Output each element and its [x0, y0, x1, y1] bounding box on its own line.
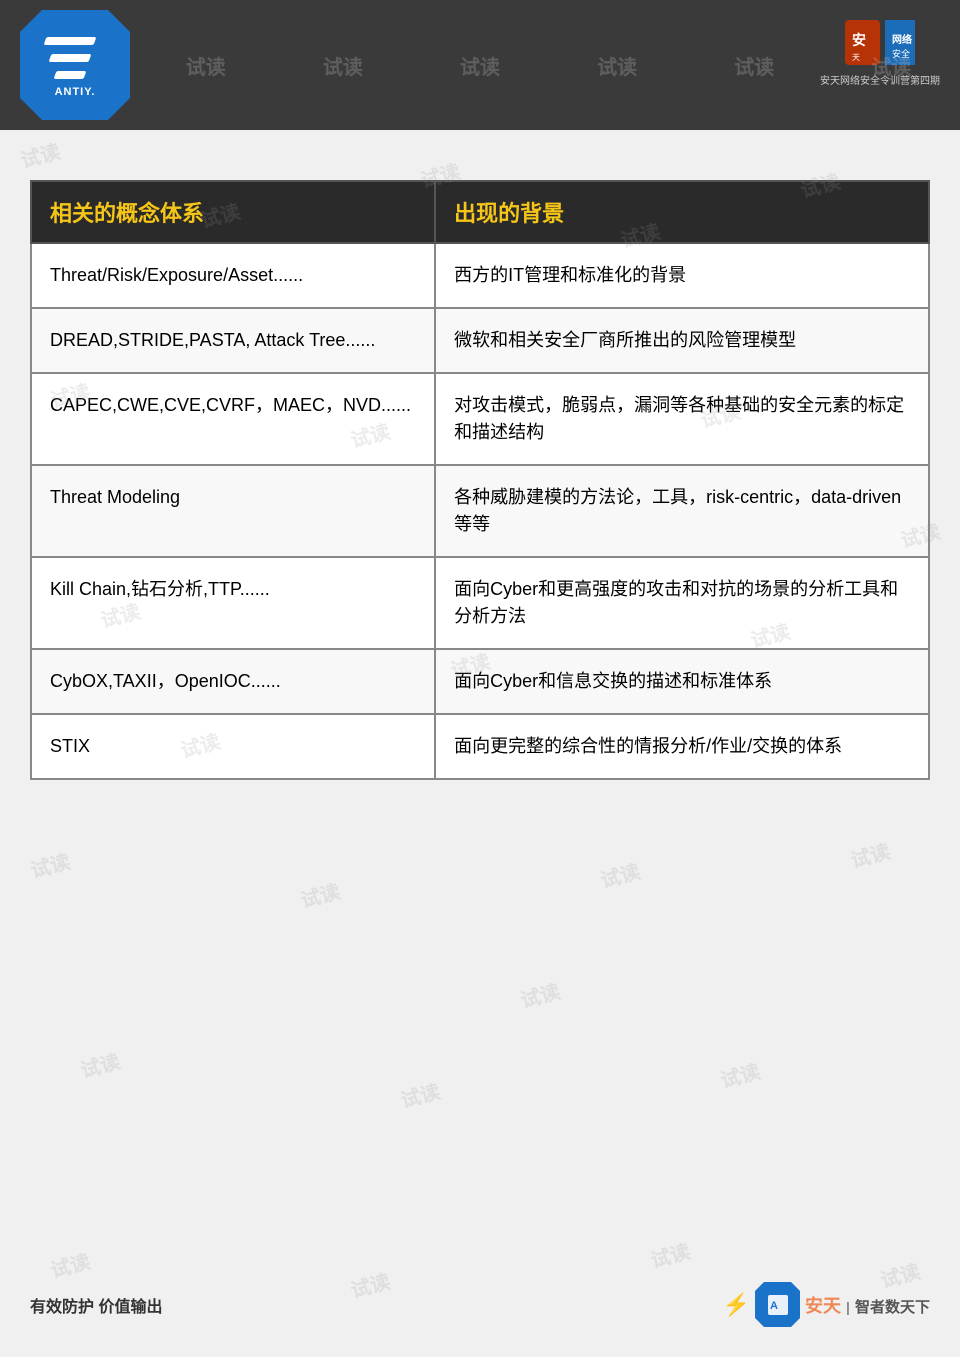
svg-text:安: 安 [852, 32, 866, 48]
wm15: 试读 [847, 835, 893, 873]
table-cell-right: 面向Cyber和更高强度的攻击和对抗的场景的分析工具和分析方法 [435, 557, 929, 649]
footer: 有效防护 价值输出 ⚡ A 安天 | 智者数天下 [0, 1282, 960, 1327]
table-cell-right: 各种威胁建模的方法论，工具，risk-centric，data-driven等等 [435, 465, 929, 557]
table-cell-left: Threat/Risk/Exposure/Asset...... [31, 243, 435, 308]
svg-text:安全: 安全 [892, 48, 910, 59]
logo-stripes [45, 32, 105, 82]
brand-icon: A [755, 1282, 800, 1327]
col1-header: 相关的概念体系 [31, 181, 435, 243]
brand-logo: ⚡ A 安天 | 智者数天下 [723, 1282, 930, 1327]
header-wm-3: 试读 [323, 51, 363, 80]
table-cell-left: CybOX,TAXII，OpenIOC...... [31, 649, 435, 714]
svg-text:天: 天 [852, 53, 860, 62]
table-row: Kill Chain,钻石分析,TTP......面向Cyber和更高强度的攻击… [31, 557, 929, 649]
table-cell-right: 西方的IT管理和标准化的背景 [435, 243, 929, 308]
brand-name: 安天 | 智者数天下 [805, 1292, 930, 1318]
svg-text:A: A [770, 1300, 778, 1312]
col2-header: 出现的背景 [435, 181, 929, 243]
wm18: 试读 [717, 1055, 763, 1093]
wm25: 试读 [517, 975, 563, 1013]
table-cell-left: DREAD,STRIDE,PASTA, Attack Tree...... [31, 308, 435, 373]
table-cell-left: Threat Modeling [31, 465, 435, 557]
wm17: 试读 [397, 1075, 443, 1113]
logo-text: ANTIY. [55, 86, 96, 98]
wm13: 试读 [297, 875, 343, 913]
table-cell-left: STIX [31, 714, 435, 779]
wm12: 试读 [27, 845, 73, 883]
header-wm-6: 试读 [734, 51, 774, 80]
footer-brand: ⚡ A 安天 | 智者数天下 [723, 1282, 930, 1327]
wm21: 试读 [647, 1235, 693, 1273]
table-cell-right: 面向Cyber和信息交换的描述和标准体系 [435, 649, 929, 714]
header: ANTIY. 试读 试读 试读 试读 试读 试读 试读 安 天 网络 安全 安天… [0, 0, 960, 130]
table-cell-right: 对攻击模式，脆弱点，漏洞等各种基础的安全元素的标定和描述结构 [435, 373, 929, 465]
table-row: DREAD,STRIDE,PASTA, Attack Tree......微软和… [31, 308, 929, 373]
table-row: CybOX,TAXII，OpenIOC......面向Cyber和信息交换的描述… [31, 649, 929, 714]
wm14: 试读 [597, 855, 643, 893]
main-table: 相关的概念体系 出现的背景 Threat/Risk/Exposure/Asset… [30, 180, 930, 780]
header-wm-5: 试读 [597, 51, 637, 80]
wm19: 试读 [47, 1245, 93, 1283]
table-cell-right: 微软和相关安全厂商所推出的风险管理模型 [435, 308, 929, 373]
footer-tagline: 有效防护 价值输出 [30, 1293, 162, 1317]
header-right-logo-svg: 安 天 网络 安全 [840, 15, 920, 70]
table-row: Threat/Risk/Exposure/Asset......西方的IT管理和… [31, 243, 929, 308]
table-row: CAPEC,CWE,CVE,CVRF，MAEC，NVD......对攻击模式，脆… [31, 373, 929, 465]
table-cell-left: CAPEC,CWE,CVE,CVRF，MAEC，NVD...... [31, 373, 435, 465]
header-wm-4: 试读 [460, 51, 500, 80]
wm16: 试读 [77, 1045, 123, 1083]
logo: ANTIY. [20, 10, 130, 120]
header-watermarks: 试读 试读 试读 试读 试读 试读 试读 [0, 0, 960, 130]
main-content: 相关的概念体系 出现的背景 Threat/Risk/Exposure/Asset… [0, 130, 960, 810]
antiy-mini-logo: A [764, 1291, 792, 1319]
table-cell-left: Kill Chain,钻石分析,TTP...... [31, 557, 435, 649]
header-wm-2: 试读 [186, 51, 226, 80]
table-row: STIX面向更完整的综合性的情报分析/作业/交换的体系 [31, 714, 929, 779]
svg-text:网络: 网络 [892, 33, 912, 46]
lightning-icon: ⚡ [723, 1292, 750, 1318]
logo-line3 [54, 71, 87, 79]
header-right-subtitle: 安天网络安全令训营第四期 [820, 72, 940, 87]
header-right-logo: 安 天 网络 安全 安天网络安全令训营第四期 [820, 15, 940, 87]
table-cell-right: 面向更完整的综合性的情报分析/作业/交换的体系 [435, 714, 929, 779]
table-row: Threat Modeling各种威胁建模的方法论，工具，risk-centri… [31, 465, 929, 557]
